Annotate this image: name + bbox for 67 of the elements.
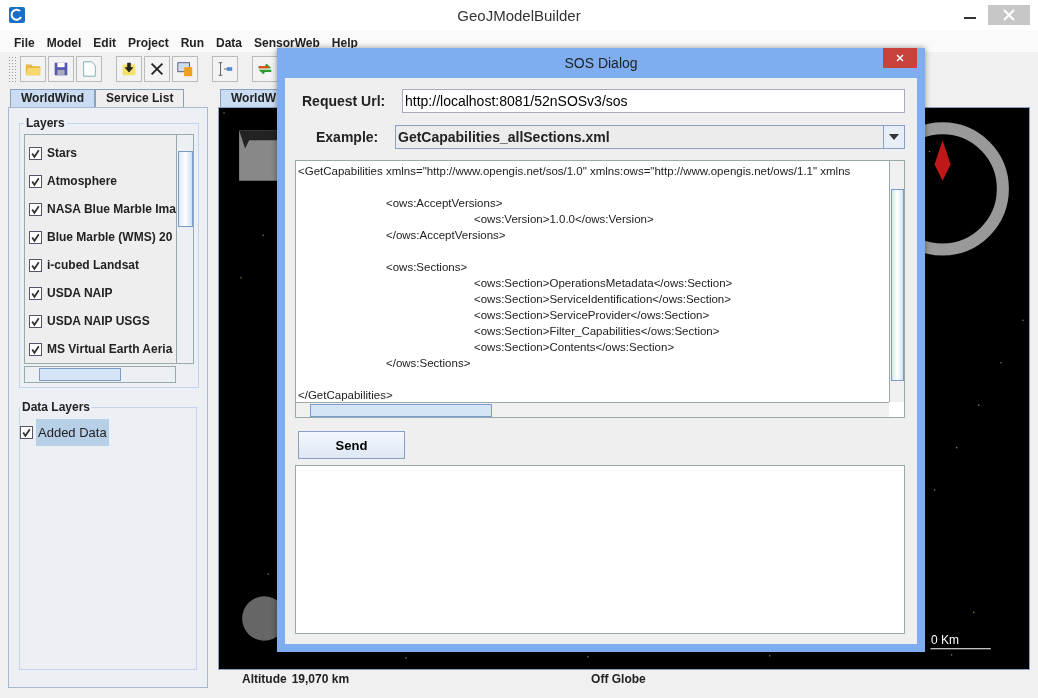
layer-label[interactable]: Blue Marble (WMS) 20 xyxy=(47,230,173,244)
tab[interactable]: WorldWind xyxy=(10,89,95,107)
code-line: <GetCapabilities xmlns="http://www.opengis.net/sos/1.0" xmlns:ows="http://www.opengis.net/ows/1.1" xmlns xyxy=(298,165,851,177)
scrollbar[interactable] xyxy=(175,135,193,363)
status-label: Altitude xyxy=(242,672,287,686)
layer-label[interactable]: USDA NAIP USGS xyxy=(47,314,150,328)
code-line: <ows:Section>Filter_Capabilities</ows:Section> xyxy=(474,325,720,337)
close-icon xyxy=(895,53,905,63)
layer-label[interactable]: USDA NAIP xyxy=(47,286,113,300)
code-line: </GetCapabilities> xyxy=(298,389,393,401)
scrollbar[interactable] xyxy=(889,161,904,402)
tab[interactable]: Service List xyxy=(95,89,185,107)
code-line: <ows:AcceptVersions> xyxy=(386,197,503,209)
scrollbar[interactable] xyxy=(296,402,889,417)
code-line: </ows:AcceptVersions> xyxy=(386,229,506,241)
window-title: GeoJModelBuilder xyxy=(457,6,581,24)
menu-item[interactable]: Run xyxy=(174,35,211,50)
layer-label[interactable]: Added Data xyxy=(36,418,109,446)
checkbox[interactable] xyxy=(20,425,33,439)
scale-label: 0 Km xyxy=(931,633,959,647)
app-icon xyxy=(9,7,25,23)
menu-item[interactable]: Model xyxy=(40,35,88,50)
layer-label[interactable]: Atmosphere xyxy=(47,174,117,188)
checkbox[interactable] xyxy=(29,342,42,356)
layer-label[interactable]: MS Virtual Earth Aeria xyxy=(47,342,173,356)
toolbar-button[interactable] xyxy=(48,56,74,82)
example-dropdown[interactable]: GetCapabilities_allSections.xml xyxy=(395,125,905,149)
caret-icon xyxy=(889,134,899,140)
dialog-title: SOS Dialog xyxy=(564,55,638,71)
code-line: <ows:Sections> xyxy=(386,261,468,273)
checkbox[interactable] xyxy=(29,202,42,216)
menu-item[interactable]: SensorWeb xyxy=(248,35,326,50)
layer-label[interactable]: NASA Blue Marble Ima xyxy=(47,202,176,216)
checkbox[interactable] xyxy=(29,286,42,300)
code-line: <ows:Version>1.0.0</ows:Version> xyxy=(474,213,654,225)
checkbox[interactable] xyxy=(29,258,42,272)
close-icon xyxy=(148,60,166,78)
code-line: <ows:Section>ServiceIdentification</ows:Section> xyxy=(474,293,731,305)
url-field[interactable]: http://localhost:8081/52nSOSv3/sos xyxy=(402,89,905,113)
toolbar-button[interactable] xyxy=(144,56,170,82)
code-line: </ows:Sections> xyxy=(386,357,471,369)
altitude-value: 19,070 km xyxy=(291,672,350,686)
code-line: <ows:Section>OperationsMetadata</ows:Section> xyxy=(474,277,733,289)
menu-item[interactable]: Project xyxy=(122,35,175,50)
menu-item[interactable]: Edit xyxy=(87,35,122,50)
code-line: <ows:Section>ServiceProvider</ows:Section> xyxy=(474,309,710,321)
field-label: Request Url: xyxy=(301,93,387,109)
group-title: Layers xyxy=(25,116,66,130)
send-button[interactable]: Send xyxy=(298,431,405,459)
checkbox[interactable] xyxy=(29,314,42,328)
page-icon xyxy=(80,60,98,78)
scrollbar[interactable] xyxy=(24,366,176,383)
checkbox[interactable] xyxy=(29,230,42,244)
field-label: Example: xyxy=(315,129,380,145)
group-title: Data Layers xyxy=(21,400,92,414)
toolbar-button[interactable] xyxy=(116,56,142,82)
checkbox[interactable] xyxy=(29,146,42,160)
save-icon xyxy=(52,60,70,78)
checkbox[interactable] xyxy=(29,174,42,188)
layer-label[interactable]: i-cubed Landsat xyxy=(47,258,139,272)
layer-label[interactable]: Stars xyxy=(47,146,78,160)
close-button[interactable] xyxy=(883,48,917,68)
code-line: <ows:Section>Contents</ows:Section> xyxy=(474,341,675,353)
menu-item[interactable]: File xyxy=(8,35,41,50)
menu-item[interactable]: Help xyxy=(325,35,364,50)
menu-item[interactable]: Data xyxy=(210,35,249,50)
status-text: Off Globe xyxy=(591,672,646,686)
